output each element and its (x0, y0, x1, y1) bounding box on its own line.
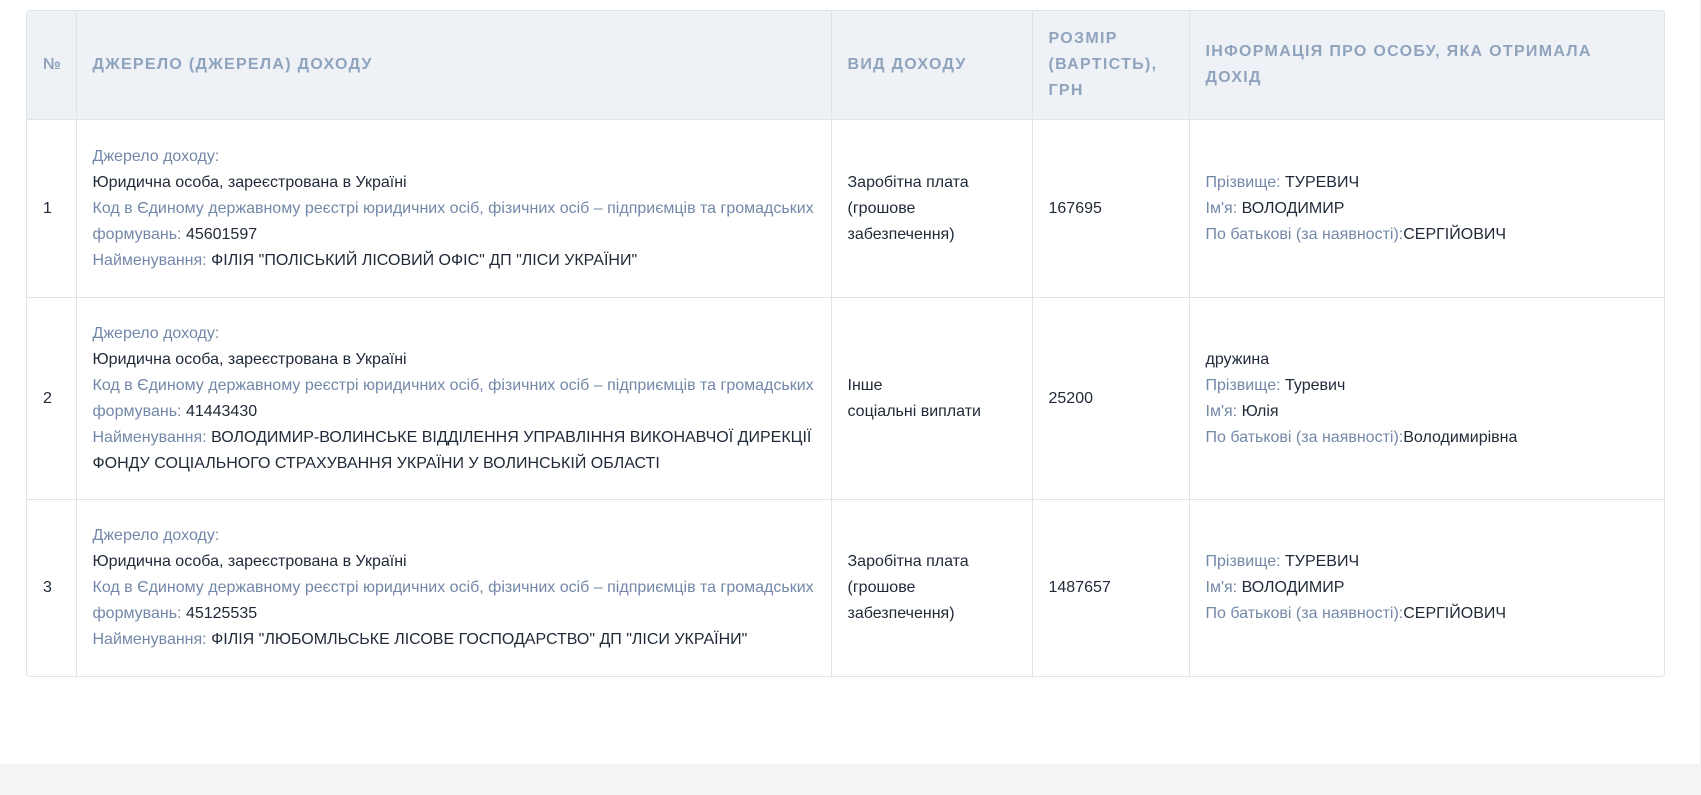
source-value: Юридична особа, зареєстрована в Україні (92, 350, 407, 368)
amount-cell: 167695 (1032, 119, 1190, 298)
recipient-cell: Прізвище: ТУРЕВИЧ Ім'я: ВОЛОДИМИР По бат… (1189, 119, 1664, 298)
row-number: 2 (27, 297, 77, 500)
income-type-line: (грошове (847, 199, 916, 217)
patronymic-value: Володимирівна (1403, 428, 1518, 446)
name-label: Найменування: (92, 428, 207, 446)
income-source-cell: Джерело доходу: Юридична особа, зареєстр… (76, 119, 832, 298)
income-type-line: забезпечення) (847, 604, 955, 622)
income-type-line: соціальні виплати (847, 402, 981, 420)
first-name-label: Ім'я: (1205, 402, 1238, 420)
surname-label: Прізвище: (1205, 173, 1281, 191)
income-table-wrapper: № Джерело (джерела) доходу Вид доходу Ро… (26, 10, 1665, 677)
page-background-strip (0, 764, 1701, 795)
patronymic-label: По батькові (за наявності): (1205, 225, 1404, 243)
header-recipient-info: Інформація про особу, яка отримала дохід (1189, 11, 1664, 120)
recipient-cell: Прізвище: ТУРЕВИЧ Ім'я: ВОЛОДИМИР По бат… (1189, 500, 1664, 676)
header-amount: Розмір (вартість), грн (1032, 11, 1190, 120)
name-value: ФІЛІЯ "ПОЛІСЬКИЙ ЛІСОВИЙ ОФІС" ДП "ЛІСИ … (211, 251, 638, 269)
code-value: 41443430 (185, 402, 258, 420)
table-row: 1 Джерело доходу: Юридична особа, зареєс… (27, 119, 1664, 298)
income-source-cell: Джерело доходу: Юридична особа, зареєстр… (76, 297, 832, 500)
first-name-value: ВОЛОДИМИР (1241, 578, 1345, 596)
income-type-line: (грошове (847, 578, 916, 596)
recipient-cell: дружина Прізвище: Туревич Ім'я: Юлія По … (1189, 297, 1664, 500)
patronymic-value: СЕРГІЙОВИЧ (1403, 225, 1507, 243)
income-type-line: Заробітна плата (847, 173, 969, 191)
income-type-cell: Заробітна плата (грошове забезпечення) (831, 499, 1033, 676)
amount-cell: 1487657 (1032, 499, 1190, 676)
header-income-source: Джерело (джерела) доходу (76, 11, 832, 120)
surname-value: ТУРЕВИЧ (1285, 173, 1360, 191)
surname-label: Прізвище: (1205, 376, 1281, 394)
amount-cell: 25200 (1032, 297, 1190, 500)
source-label: Джерело доходу: (92, 147, 220, 165)
table-row: 2 Джерело доходу: Юридична особа, зареєс… (27, 297, 1664, 500)
table-row: 3 Джерело доходу: Юридична особа, зареєс… (27, 499, 1664, 676)
source-value: Юридична особа, зареєстрована в Україні (92, 173, 407, 191)
header-income-type: Вид доходу (831, 11, 1033, 120)
source-label: Джерело доходу: (92, 324, 220, 342)
code-value: 45125535 (185, 604, 258, 622)
relation-value: дружина (1205, 350, 1270, 368)
first-name-label: Ім'я: (1205, 578, 1238, 596)
patronymic-value: СЕРГІЙОВИЧ (1403, 604, 1507, 622)
income-type-line: Інше (847, 376, 883, 394)
income-type-cell: Інше соціальні виплати (831, 297, 1033, 500)
surname-label: Прізвище: (1205, 552, 1281, 570)
source-value: Юридична особа, зареєстрована в Україні (92, 552, 407, 570)
name-label: Найменування: (92, 630, 207, 648)
patronymic-label: По батькові (за наявності): (1205, 428, 1404, 446)
code-value: 45601597 (185, 225, 258, 243)
income-type-cell: Заробітна плата (грошове забезпечення) (831, 119, 1033, 298)
income-card: № Джерело (джерела) доходу Вид доходу Ро… (0, 0, 1700, 764)
row-number: 1 (27, 119, 77, 298)
income-source-cell: Джерело доходу: Юридична особа, зареєстр… (76, 499, 832, 676)
income-type-line: Заробітна плата (847, 552, 969, 570)
income-type-line: забезпечення) (847, 225, 955, 243)
source-label: Джерело доходу: (92, 526, 220, 544)
name-value: ФІЛІЯ "ЛЮБОМЛЬСЬКЕ ЛІСОВЕ ГОСПОДАРСТВО" … (211, 630, 748, 648)
patronymic-label: По батькові (за наявності): (1205, 604, 1404, 622)
table-header-row: № Джерело (джерела) доходу Вид доходу Ро… (27, 11, 1664, 120)
first-name-value: ВОЛОДИМИР (1241, 199, 1345, 217)
income-table: № Джерело (джерела) доходу Вид доходу Ро… (27, 11, 1664, 676)
header-number: № (27, 11, 77, 120)
surname-value: Туревич (1285, 376, 1346, 394)
first-name-label: Ім'я: (1205, 199, 1238, 217)
row-number: 3 (27, 499, 77, 676)
surname-value: ТУРЕВИЧ (1285, 552, 1360, 570)
name-label: Найменування: (92, 251, 207, 269)
first-name-value: Юлія (1241, 402, 1279, 420)
